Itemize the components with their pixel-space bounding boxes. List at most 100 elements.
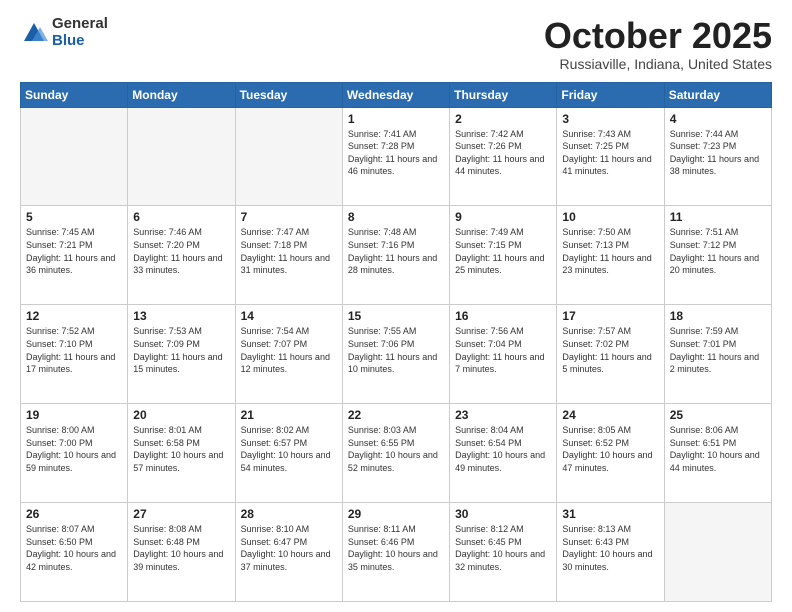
calendar-cell: 24 Sunrise: 8:05 AM Sunset: 6:52 PM Dayli…: [557, 404, 664, 503]
day-number: 5: [26, 210, 122, 224]
day-number: 2: [455, 112, 551, 126]
day-info: Sunrise: 8:04 AM Sunset: 6:54 PM Dayligh…: [455, 424, 551, 474]
calendar-cell: 2 Sunrise: 7:42 AM Sunset: 7:26 PM Daylig…: [450, 107, 557, 206]
day-info: Sunrise: 7:42 AM Sunset: 7:26 PM Dayligh…: [455, 128, 551, 178]
day-info: Sunrise: 8:02 AM Sunset: 6:57 PM Dayligh…: [241, 424, 337, 474]
calendar-cell: 31 Sunrise: 8:13 AM Sunset: 6:43 PM Dayli…: [557, 503, 664, 602]
calendar-cell: 25Sunrise: 8:06 AM Sunset: 6:51 PM Dayli…: [664, 404, 771, 503]
day-info: Sunrise: 7:48 AM Sunset: 7:16 PM Dayligh…: [348, 226, 444, 276]
day-number: 14: [241, 309, 337, 323]
title-section: October 2025 Russiaville, Indiana, Unite…: [544, 16, 772, 72]
day-number: 21: [241, 408, 337, 422]
day-info: Sunrise: 8:03 AM Sunset: 6:55 PM Dayligh…: [348, 424, 444, 474]
day-number: 31: [562, 507, 658, 521]
day-info: Sunrise: 8:13 AM Sunset: 6:43 PM Dayligh…: [562, 523, 658, 573]
day-number: 24: [562, 408, 658, 422]
day-info: Sunrise: 7:52 AM Sunset: 7:10 PM Dayligh…: [26, 325, 122, 375]
calendar-cell: 28 Sunrise: 8:10 AM Sunset: 6:47 PM Dayli…: [235, 503, 342, 602]
logo-blue: Blue: [52, 33, 108, 50]
calendar-cell: 3Sunrise: 7:43 AM Sunset: 7:25 PM Daylig…: [557, 107, 664, 206]
calendar-cell: 30 Sunrise: 8:12 AM Sunset: 6:45 PM Dayli…: [450, 503, 557, 602]
calendar-cell: 5 Sunrise: 7:45 AM Sunset: 7:21 PM Daylig…: [21, 206, 128, 305]
calendar-cell: 8 Sunrise: 7:48 AM Sunset: 7:16 PM Daylig…: [342, 206, 449, 305]
calendar-cell: 20 Sunrise: 8:01 AM Sunset: 6:58 PM Dayli…: [128, 404, 235, 503]
day-number: 28: [241, 507, 337, 521]
calendar-cell: 6Sunrise: 7:46 AM Sunset: 7:20 PM Daylig…: [128, 206, 235, 305]
day-info: Sunrise: 7:56 AM Sunset: 7:04 PM Dayligh…: [455, 325, 551, 375]
day-info: Sunrise: 7:55 AM Sunset: 7:06 PM Dayligh…: [348, 325, 444, 375]
calendar-cell: 18Sunrise: 7:59 AM Sunset: 7:01 PM Dayli…: [664, 305, 771, 404]
header: General Blue October 2025 Russiaville, I…: [20, 16, 772, 72]
day-info: Sunrise: 7:54 AM Sunset: 7:07 PM Dayligh…: [241, 325, 337, 375]
weekday-header-thursday: Thursday: [450, 82, 557, 107]
calendar-cell: 27 Sunrise: 8:08 AM Sunset: 6:48 PM Dayli…: [128, 503, 235, 602]
calendar-cell: 7 Sunrise: 7:47 AM Sunset: 7:18 PM Daylig…: [235, 206, 342, 305]
day-info: Sunrise: 8:11 AM Sunset: 6:46 PM Dayligh…: [348, 523, 444, 573]
calendar-cell: [21, 107, 128, 206]
weekday-header-saturday: Saturday: [664, 82, 771, 107]
calendar-cell: 17Sunrise: 7:57 AM Sunset: 7:02 PM Dayli…: [557, 305, 664, 404]
weekday-header-wednesday: Wednesday: [342, 82, 449, 107]
day-number: 29: [348, 507, 444, 521]
day-info: Sunrise: 8:07 AM Sunset: 6:50 PM Dayligh…: [26, 523, 122, 573]
day-number: 1: [348, 112, 444, 126]
day-info: Sunrise: 7:50 AM Sunset: 7:13 PM Dayligh…: [562, 226, 658, 276]
day-number: 8: [348, 210, 444, 224]
day-info: Sunrise: 8:08 AM Sunset: 6:48 PM Dayligh…: [133, 523, 229, 573]
day-number: 25: [670, 408, 766, 422]
day-info: Sunrise: 7:53 AM Sunset: 7:09 PM Dayligh…: [133, 325, 229, 375]
calendar-cell: 4 Sunrise: 7:44 AM Sunset: 7:23 PM Daylig…: [664, 107, 771, 206]
calendar-cell: 9Sunrise: 7:49 AM Sunset: 7:15 PM Daylig…: [450, 206, 557, 305]
day-number: 10: [562, 210, 658, 224]
calendar-week-5: 26 Sunrise: 8:07 AM Sunset: 6:50 PM Dayli…: [21, 503, 772, 602]
day-number: 7: [241, 210, 337, 224]
day-number: 4: [670, 112, 766, 126]
day-info: Sunrise: 8:10 AM Sunset: 6:47 PM Dayligh…: [241, 523, 337, 573]
day-number: 30: [455, 507, 551, 521]
calendar-week-2: 5 Sunrise: 7:45 AM Sunset: 7:21 PM Daylig…: [21, 206, 772, 305]
day-number: 13: [133, 309, 229, 323]
month-title: October 2025: [544, 16, 772, 56]
weekday-header-row: SundayMondayTuesdayWednesdayThursdayFrid…: [21, 82, 772, 107]
calendar-cell: 29 Sunrise: 8:11 AM Sunset: 6:46 PM Dayli…: [342, 503, 449, 602]
day-number: 16: [455, 309, 551, 323]
calendar-cell: 1Sunrise: 7:41 AM Sunset: 7:28 PM Daylig…: [342, 107, 449, 206]
day-number: 15: [348, 309, 444, 323]
day-info: Sunrise: 8:01 AM Sunset: 6:58 PM Dayligh…: [133, 424, 229, 474]
calendar-cell: 22 Sunrise: 8:03 AM Sunset: 6:55 PM Dayli…: [342, 404, 449, 503]
calendar-week-4: 19 Sunrise: 8:00 AM Sunset: 7:00 PM Dayli…: [21, 404, 772, 503]
day-number: 20: [133, 408, 229, 422]
day-info: Sunrise: 7:45 AM Sunset: 7:21 PM Dayligh…: [26, 226, 122, 276]
day-number: 12: [26, 309, 122, 323]
weekday-header-sunday: Sunday: [21, 82, 128, 107]
weekday-header-friday: Friday: [557, 82, 664, 107]
day-number: 26: [26, 507, 122, 521]
day-number: 19: [26, 408, 122, 422]
calendar-cell: 19 Sunrise: 8:00 AM Sunset: 7:00 PM Dayli…: [21, 404, 128, 503]
day-info: Sunrise: 8:12 AM Sunset: 6:45 PM Dayligh…: [455, 523, 551, 573]
weekday-header-monday: Monday: [128, 82, 235, 107]
day-info: Sunrise: 7:59 AM Sunset: 7:01 PM Dayligh…: [670, 325, 766, 375]
calendar-cell: 26 Sunrise: 8:07 AM Sunset: 6:50 PM Dayli…: [21, 503, 128, 602]
day-number: 22: [348, 408, 444, 422]
logo-general: General: [52, 16, 108, 33]
day-number: 11: [670, 210, 766, 224]
calendar-cell: [235, 107, 342, 206]
calendar-cell: 13 Sunrise: 7:53 AM Sunset: 7:09 PM Dayli…: [128, 305, 235, 404]
calendar-cell: 11Sunrise: 7:51 AM Sunset: 7:12 PM Dayli…: [664, 206, 771, 305]
day-number: 3: [562, 112, 658, 126]
day-info: Sunrise: 8:05 AM Sunset: 6:52 PM Dayligh…: [562, 424, 658, 474]
logo-text: General Blue: [52, 16, 108, 49]
calendar-cell: 10 Sunrise: 7:50 AM Sunset: 7:13 PM Dayli…: [557, 206, 664, 305]
page: General Blue October 2025 Russiaville, I…: [0, 0, 792, 612]
logo-icon: [20, 19, 48, 47]
calendar-cell: 16 Sunrise: 7:56 AM Sunset: 7:04 PM Dayli…: [450, 305, 557, 404]
day-info: Sunrise: 7:44 AM Sunset: 7:23 PM Dayligh…: [670, 128, 766, 178]
calendar-cell: 12 Sunrise: 7:52 AM Sunset: 7:10 PM Dayli…: [21, 305, 128, 404]
calendar-cell: 21 Sunrise: 8:02 AM Sunset: 6:57 PM Dayli…: [235, 404, 342, 503]
day-number: 27: [133, 507, 229, 521]
day-info: Sunrise: 7:47 AM Sunset: 7:18 PM Dayligh…: [241, 226, 337, 276]
calendar-cell: [664, 503, 771, 602]
calendar-week-1: 1Sunrise: 7:41 AM Sunset: 7:28 PM Daylig…: [21, 107, 772, 206]
day-info: Sunrise: 8:00 AM Sunset: 7:00 PM Dayligh…: [26, 424, 122, 474]
